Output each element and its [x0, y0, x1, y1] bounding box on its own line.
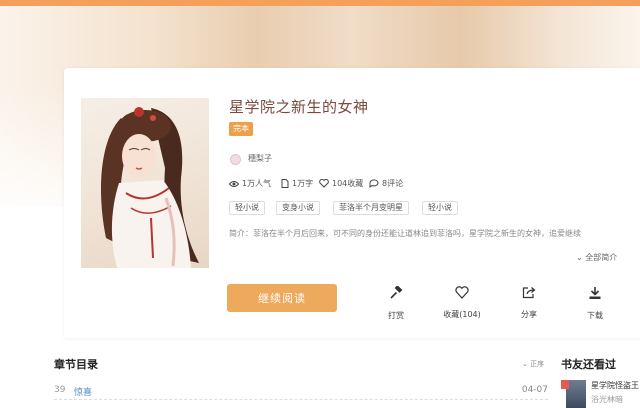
book-cover[interactable]: [81, 98, 209, 268]
eye-icon: [229, 180, 239, 187]
popularity-text: 1万人气: [242, 179, 272, 188]
favorites-text: 104收藏: [332, 179, 364, 188]
recommended-book-author: 浴光林暗: [591, 395, 623, 404]
book-intro: 简介：菲洛在半个月后回来，可不同的身份还能让道林追到菲洛吗，星学院之新生的女神，…: [229, 229, 581, 238]
chevron-down-icon: ⌄: [522, 360, 528, 368]
share-button[interactable]: 分享: [509, 286, 549, 321]
book-title: 星学院之新生的女神: [229, 98, 369, 116]
popularity-stat: 1万人气: [229, 178, 271, 189]
share-icon: [522, 287, 536, 299]
sort-label: 正序: [530, 360, 545, 368]
download-button[interactable]: 下载: [575, 286, 615, 322]
sort-toggle[interactable]: ⌄ 正序: [522, 359, 544, 369]
chevron-down-icon: ⌄: [576, 253, 583, 262]
collect-button[interactable]: 收藏(104): [442, 286, 482, 321]
tag-item[interactable]: 轻小说: [422, 201, 458, 215]
download-label: 下载: [587, 311, 603, 320]
continue-reading-button[interactable]: 继续阅读: [227, 284, 337, 312]
chat-icon: [369, 179, 379, 188]
tag-item[interactable]: 菲洛半个月变明星: [333, 201, 409, 215]
chapter-title[interactable]: 惊喜: [74, 385, 92, 398]
word-count-text: 1万字: [292, 179, 314, 188]
download-icon: [589, 287, 601, 299]
author-name[interactable]: 穗梨子: [248, 153, 272, 164]
tag-item[interactable]: 变身小说: [276, 201, 320, 215]
hammer-icon: [390, 286, 403, 299]
friends-also-read-title: 书友还看过: [561, 358, 616, 371]
expand-intro-button[interactable]: ⌄ 全部简介: [576, 252, 617, 263]
document-icon: [281, 179, 289, 188]
author-avatar[interactable]: [230, 154, 241, 165]
comments-text: 8评论: [382, 179, 404, 188]
book-info-card: 星学院之新生的女神 完本 穗梨子 1万人气 1万字 104收藏 8评论 轻小说 …: [64, 68, 640, 338]
chapter-list-title: 章节目录: [54, 358, 98, 371]
tip-button[interactable]: 打赏: [376, 286, 416, 322]
heart-icon: [319, 179, 329, 188]
word-count-stat: 1万字: [281, 178, 313, 189]
favorites-stat: 104收藏: [319, 178, 363, 189]
heart-icon: [455, 286, 469, 299]
tip-label: 打赏: [388, 311, 404, 320]
chapter-row[interactable]: 39 惊喜 04-07: [54, 383, 548, 400]
comments-stat: 8评论: [369, 178, 403, 189]
cover-illustration: [101, 107, 199, 268]
rank-badge: [561, 380, 569, 389]
recommended-book-title[interactable]: 星学院怪盗王: [591, 380, 639, 391]
status-badge: 完本: [229, 122, 253, 136]
collect-label: 收藏(104): [443, 310, 481, 319]
tag-item[interactable]: 轻小说: [229, 201, 265, 215]
share-label: 分享: [521, 310, 537, 319]
chapter-number: 39: [54, 385, 66, 395]
expand-intro-label: 全部简介: [585, 253, 618, 262]
chapter-date: 04-07: [521, 385, 548, 395]
recommended-book-cover[interactable]: [566, 380, 586, 408]
